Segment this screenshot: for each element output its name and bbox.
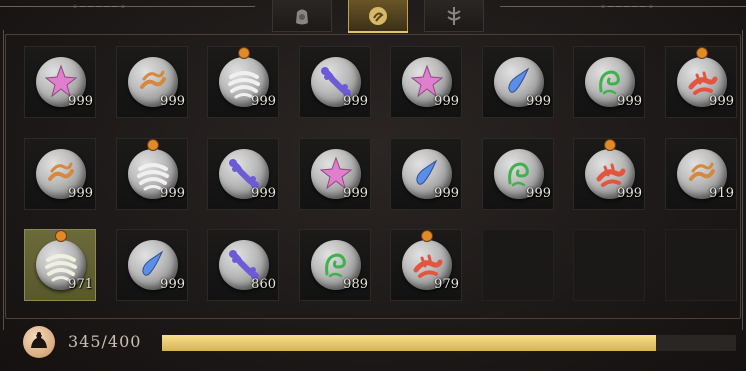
- item-count: 999: [68, 94, 93, 109]
- item-count: 999: [709, 94, 734, 109]
- empty-inventory-slot[interactable]: [573, 229, 645, 301]
- empty-inventory-slot[interactable]: [665, 229, 737, 301]
- new-marker-icon: [238, 47, 250, 59]
- weight-bar-fill: [162, 335, 656, 351]
- tab-rune-stones[interactable]: [348, 0, 408, 32]
- right-frame-line: [742, 30, 743, 330]
- inventory-slot[interactable]: 999: [207, 46, 279, 118]
- new-marker-icon: [55, 230, 67, 242]
- bag-icon: [296, 9, 308, 24]
- item-count: 999: [343, 94, 368, 109]
- left-frame-line: [3, 30, 4, 330]
- inventory-slot[interactable]: 999: [573, 138, 645, 210]
- inventory-slot[interactable]: 999: [24, 138, 96, 210]
- crest-icon: [447, 6, 461, 25]
- item-count: 999: [617, 94, 642, 109]
- item-count: 999: [526, 94, 551, 109]
- inventory-slot[interactable]: 999: [390, 46, 462, 118]
- tab-bag[interactable]: [272, 0, 332, 32]
- new-marker-icon: [147, 139, 159, 151]
- new-marker-icon: [696, 47, 708, 59]
- inventory-slot[interactable]: 860: [207, 229, 279, 301]
- item-count: 999: [343, 186, 368, 201]
- inventory-slot[interactable]: 919: [665, 138, 737, 210]
- item-count: 999: [160, 277, 185, 292]
- ornament-left: ◦─────◦: [72, 2, 128, 13]
- inventory-slot[interactable]: 971: [24, 229, 96, 301]
- inventory-slot[interactable]: 999: [116, 229, 188, 301]
- item-count: 971: [68, 277, 93, 292]
- inventory-slot[interactable]: 979: [390, 229, 462, 301]
- inventory-slot[interactable]: 999: [665, 46, 737, 118]
- inventory-slot[interactable]: 999: [24, 46, 96, 118]
- inventory-slot[interactable]: 999: [207, 138, 279, 210]
- item-count: 999: [434, 94, 459, 109]
- inventory-slot[interactable]: 999: [299, 46, 371, 118]
- weight-value: 345/400: [68, 332, 142, 351]
- inventory-slot[interactable]: 999: [482, 46, 554, 118]
- new-marker-icon: [421, 230, 433, 242]
- item-count: 999: [251, 94, 276, 109]
- inventory-slot[interactable]: 999: [573, 46, 645, 118]
- rune-stone-icon: [369, 6, 387, 25]
- item-count: 999: [68, 186, 93, 201]
- inventory-slot[interactable]: 999: [482, 138, 554, 210]
- empty-inventory-slot[interactable]: [482, 229, 554, 301]
- ornament-right: ◦─────◦: [600, 2, 656, 13]
- inventory-slot[interactable]: 999: [299, 138, 371, 210]
- item-count: 989: [343, 277, 368, 292]
- inventory-slot[interactable]: 999: [116, 138, 188, 210]
- top-bar: ◦─────◦ ◦─────◦: [0, 0, 746, 34]
- item-count: 919: [709, 186, 734, 201]
- inventory-slot[interactable]: 989: [299, 229, 371, 301]
- item-count: 999: [617, 186, 642, 201]
- item-count: 999: [434, 186, 459, 201]
- item-count: 860: [251, 277, 276, 292]
- weight-bar: [162, 335, 736, 351]
- weight-footer: 345/400: [0, 322, 746, 371]
- active-tab-indicator: [348, 31, 408, 33]
- inventory-slot[interactable]: 999: [116, 46, 188, 118]
- item-count: 999: [160, 186, 185, 201]
- item-count: 979: [434, 277, 459, 292]
- item-count: 999: [160, 94, 185, 109]
- weight-bag-icon: [23, 326, 55, 358]
- tab-crest[interactable]: [424, 0, 484, 32]
- item-count: 999: [526, 186, 551, 201]
- new-marker-icon: [604, 139, 616, 151]
- inventory-slot[interactable]: 999: [390, 138, 462, 210]
- item-count: 999: [251, 186, 276, 201]
